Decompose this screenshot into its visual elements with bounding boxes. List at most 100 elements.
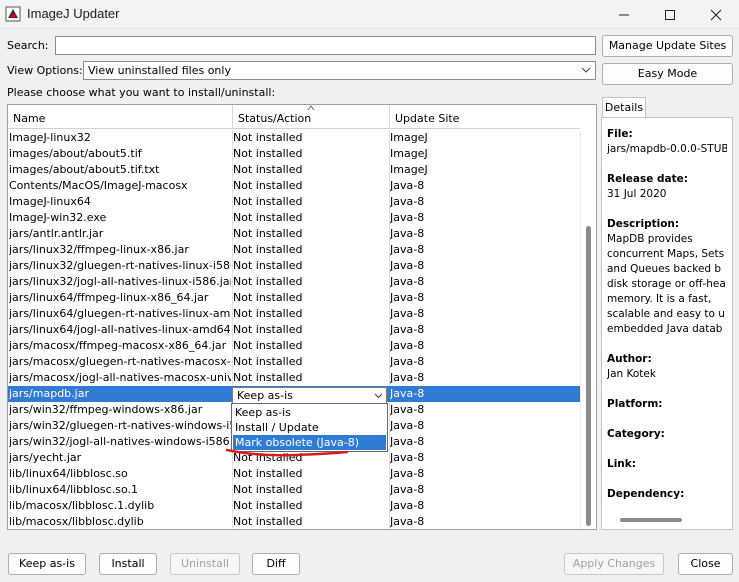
- option-keep-as-is[interactable]: Keep as-is: [233, 405, 386, 420]
- status-cell: Not installed: [233, 339, 303, 352]
- table-row[interactable]: jars/linux32/ffmpeg-linux-x86.jar Not ins…: [8, 242, 580, 258]
- table-row[interactable]: ImageJ-linux32 Not installed ImageJ: [8, 130, 580, 146]
- view-options-label: View Options:: [7, 64, 83, 77]
- search-label: Search:: [7, 39, 49, 52]
- table-row[interactable]: jars/antlr.antlr.jar Not installed Java-8: [8, 226, 580, 242]
- file-name-cell: lib/macosx/libblosc.1.dylib: [9, 499, 155, 512]
- update-site-cell: Java-8: [390, 435, 425, 448]
- uninstall-button[interactable]: Uninstall: [170, 553, 240, 575]
- table-row[interactable]: jars/linux32/jogl-all-natives-linux-i586…: [8, 274, 580, 290]
- status-cell: Not installed: [233, 131, 303, 144]
- update-site-cell: Java-8: [390, 243, 425, 256]
- status-cell: Not installed: [233, 467, 303, 480]
- file-name-cell: jars/linux64/ffmpeg-linux-x86_64.jar: [9, 291, 209, 304]
- view-options-select[interactable]: View uninstalled files only: [83, 61, 596, 80]
- status-cell: Not installed: [233, 499, 303, 512]
- file-name-cell: Contents/MacOS/ImageJ-macosx: [9, 179, 188, 192]
- column-header-site[interactable]: Update Site: [390, 105, 580, 129]
- table-row[interactable]: jars/macosx/ffmpeg-macosx-x86_64.jar Not …: [8, 338, 580, 354]
- tab-details[interactable]: Details: [602, 97, 646, 118]
- update-site-cell: Java-8: [390, 419, 425, 432]
- update-site-cell: ImageJ: [390, 163, 428, 176]
- update-site-cell: Java-8: [390, 307, 425, 320]
- status-cell: Not installed: [233, 275, 303, 288]
- sort-ascending-icon: [307, 105, 315, 111]
- instruction-text: Please choose what you want to install/u…: [7, 86, 276, 99]
- keep-as-is-button[interactable]: Keep as-is: [8, 553, 86, 575]
- table-row[interactable]: ImageJ-win32.exe Not installed Java-8: [8, 210, 580, 226]
- details-panel: File: jars/mapdb-0.0.0-STUB Release date…: [601, 117, 733, 530]
- close-button[interactable]: Close: [678, 553, 733, 575]
- easy-mode-button[interactable]: Easy Mode: [602, 63, 733, 85]
- dependency-label: Dependency:: [607, 488, 685, 500]
- search-input[interactable]: [55, 36, 596, 55]
- install-button[interactable]: Install: [99, 553, 157, 575]
- details-content: File: jars/mapdb-0.0.0-STUB Release date…: [607, 127, 727, 502]
- scrollbar-thumb[interactable]: [586, 226, 591, 526]
- table-row[interactable]: jars/linux64/jogl-all-natives-linux-amd6…: [8, 322, 580, 338]
- status-action-dropdown[interactable]: Keep as-is: [232, 387, 387, 404]
- file-name-cell: jars/linux32/jogl-all-natives-linux-i586…: [9, 275, 231, 288]
- maximize-button[interactable]: [647, 0, 693, 29]
- chevron-down-icon: [581, 67, 591, 73]
- table-row[interactable]: lib/linux64/libblosc.so.1 Not installed Ja…: [8, 482, 580, 498]
- status-cell: Not installed: [233, 259, 303, 272]
- table-row[interactable]: jars/linux32/gluegen-rt-natives-linux-i5…: [8, 258, 580, 274]
- update-site-cell: Java-8: [390, 515, 425, 528]
- details-horizontal-scrollbar[interactable]: [601, 510, 733, 530]
- update-site-cell: Java-8: [390, 355, 425, 368]
- status-action-value: Keep as-is: [237, 389, 293, 402]
- table-row[interactable]: ImageJ-linux64 Not installed Java-8: [8, 194, 580, 210]
- files-table: Name Status/Action Update Site ImageJ-li…: [7, 104, 597, 530]
- table-row[interactable]: Contents/MacOS/ImageJ-macosx Not installe…: [8, 178, 580, 194]
- table-row[interactable]: images/about/about5.tif Not installed Imag…: [8, 146, 580, 162]
- table-body: ImageJ-linux32 Not installed ImageJ images/…: [8, 130, 580, 529]
- description-line: scalable and easy to u: [607, 308, 725, 320]
- table-row[interactable]: jars/linux64/gluegen-rt-natives-linux-am…: [8, 306, 580, 322]
- file-name-cell: jars/win32/ffmpeg-windows-x86.jar: [9, 403, 203, 416]
- table-row[interactable]: images/about/about5.tif.txt Not installed…: [8, 162, 580, 178]
- column-header-name[interactable]: Name: [8, 105, 233, 129]
- table-row[interactable]: jars/macosx/gluegen-rt-natives-macosx-un…: [8, 354, 580, 370]
- update-site-cell: Java-8: [390, 179, 425, 192]
- update-site-cell: ImageJ: [390, 131, 428, 144]
- diff-button[interactable]: Diff: [252, 553, 300, 575]
- file-name-cell: jars/mapdb.jar: [9, 387, 89, 400]
- status-cell: Not installed: [233, 147, 303, 160]
- minimize-icon: [619, 14, 629, 15]
- vertical-scrollbar[interactable]: [580, 130, 596, 529]
- category-label: Category:: [607, 428, 665, 440]
- file-name-cell: jars/linux64/gluegen-rt-natives-linux-am…: [9, 307, 231, 320]
- file-name-cell: jars/win32/gluegen-rt-natives-windows-i5…: [9, 419, 231, 432]
- minimize-button[interactable]: [601, 0, 647, 29]
- table-row[interactable]: lib/linux64/libblosc.so Not installed Java…: [8, 466, 580, 482]
- update-site-cell: Java-8: [390, 387, 425, 400]
- status-cell: Not installed: [233, 483, 303, 496]
- description-line: MapDB provides: [607, 233, 693, 245]
- manage-update-sites-button[interactable]: Manage Update Sites: [602, 35, 733, 57]
- apply-changes-button[interactable]: Apply Changes: [564, 553, 664, 575]
- maximize-icon: [665, 9, 675, 20]
- table-row[interactable]: jars/macosx/jogl-all-natives-macosx-univ…: [8, 370, 580, 386]
- file-name-cell: images/about/about5.tif: [9, 147, 142, 160]
- author-value: Jan Kotek: [607, 368, 656, 380]
- file-name-cell: jars/antlr.antlr.jar: [9, 227, 104, 240]
- table-row[interactable]: lib/macosx/libblosc.dylib Not installed Ja…: [8, 514, 580, 529]
- file-name-cell: jars/linux32/gluegen-rt-natives-linux-i5…: [9, 259, 231, 272]
- update-site-cell: Java-8: [390, 339, 425, 352]
- update-site-cell: Java-8: [390, 259, 425, 272]
- update-site-cell: Java-8: [390, 275, 425, 288]
- description-line: memory. It is a fast,: [607, 293, 712, 305]
- update-site-cell: ImageJ: [390, 147, 428, 160]
- file-label: File:: [607, 128, 633, 140]
- file-name-cell: images/about/about5.tif.txt: [9, 163, 160, 176]
- table-row[interactable]: lib/macosx/libblosc.1.dylib Not installed…: [8, 498, 580, 514]
- option-install-update[interactable]: Install / Update: [233, 420, 386, 435]
- view-options-value: View uninstalled files only: [88, 64, 231, 77]
- status-cell: Not installed: [233, 243, 303, 256]
- file-name-cell: lib/linux64/libblosc.so.1: [9, 483, 138, 496]
- scrollbar-thumb[interactable]: [620, 518, 682, 522]
- update-site-cell: Java-8: [390, 403, 425, 416]
- close-window-button[interactable]: [693, 0, 739, 29]
- table-row[interactable]: jars/linux64/ffmpeg-linux-x86_64.jar Not …: [8, 290, 580, 306]
